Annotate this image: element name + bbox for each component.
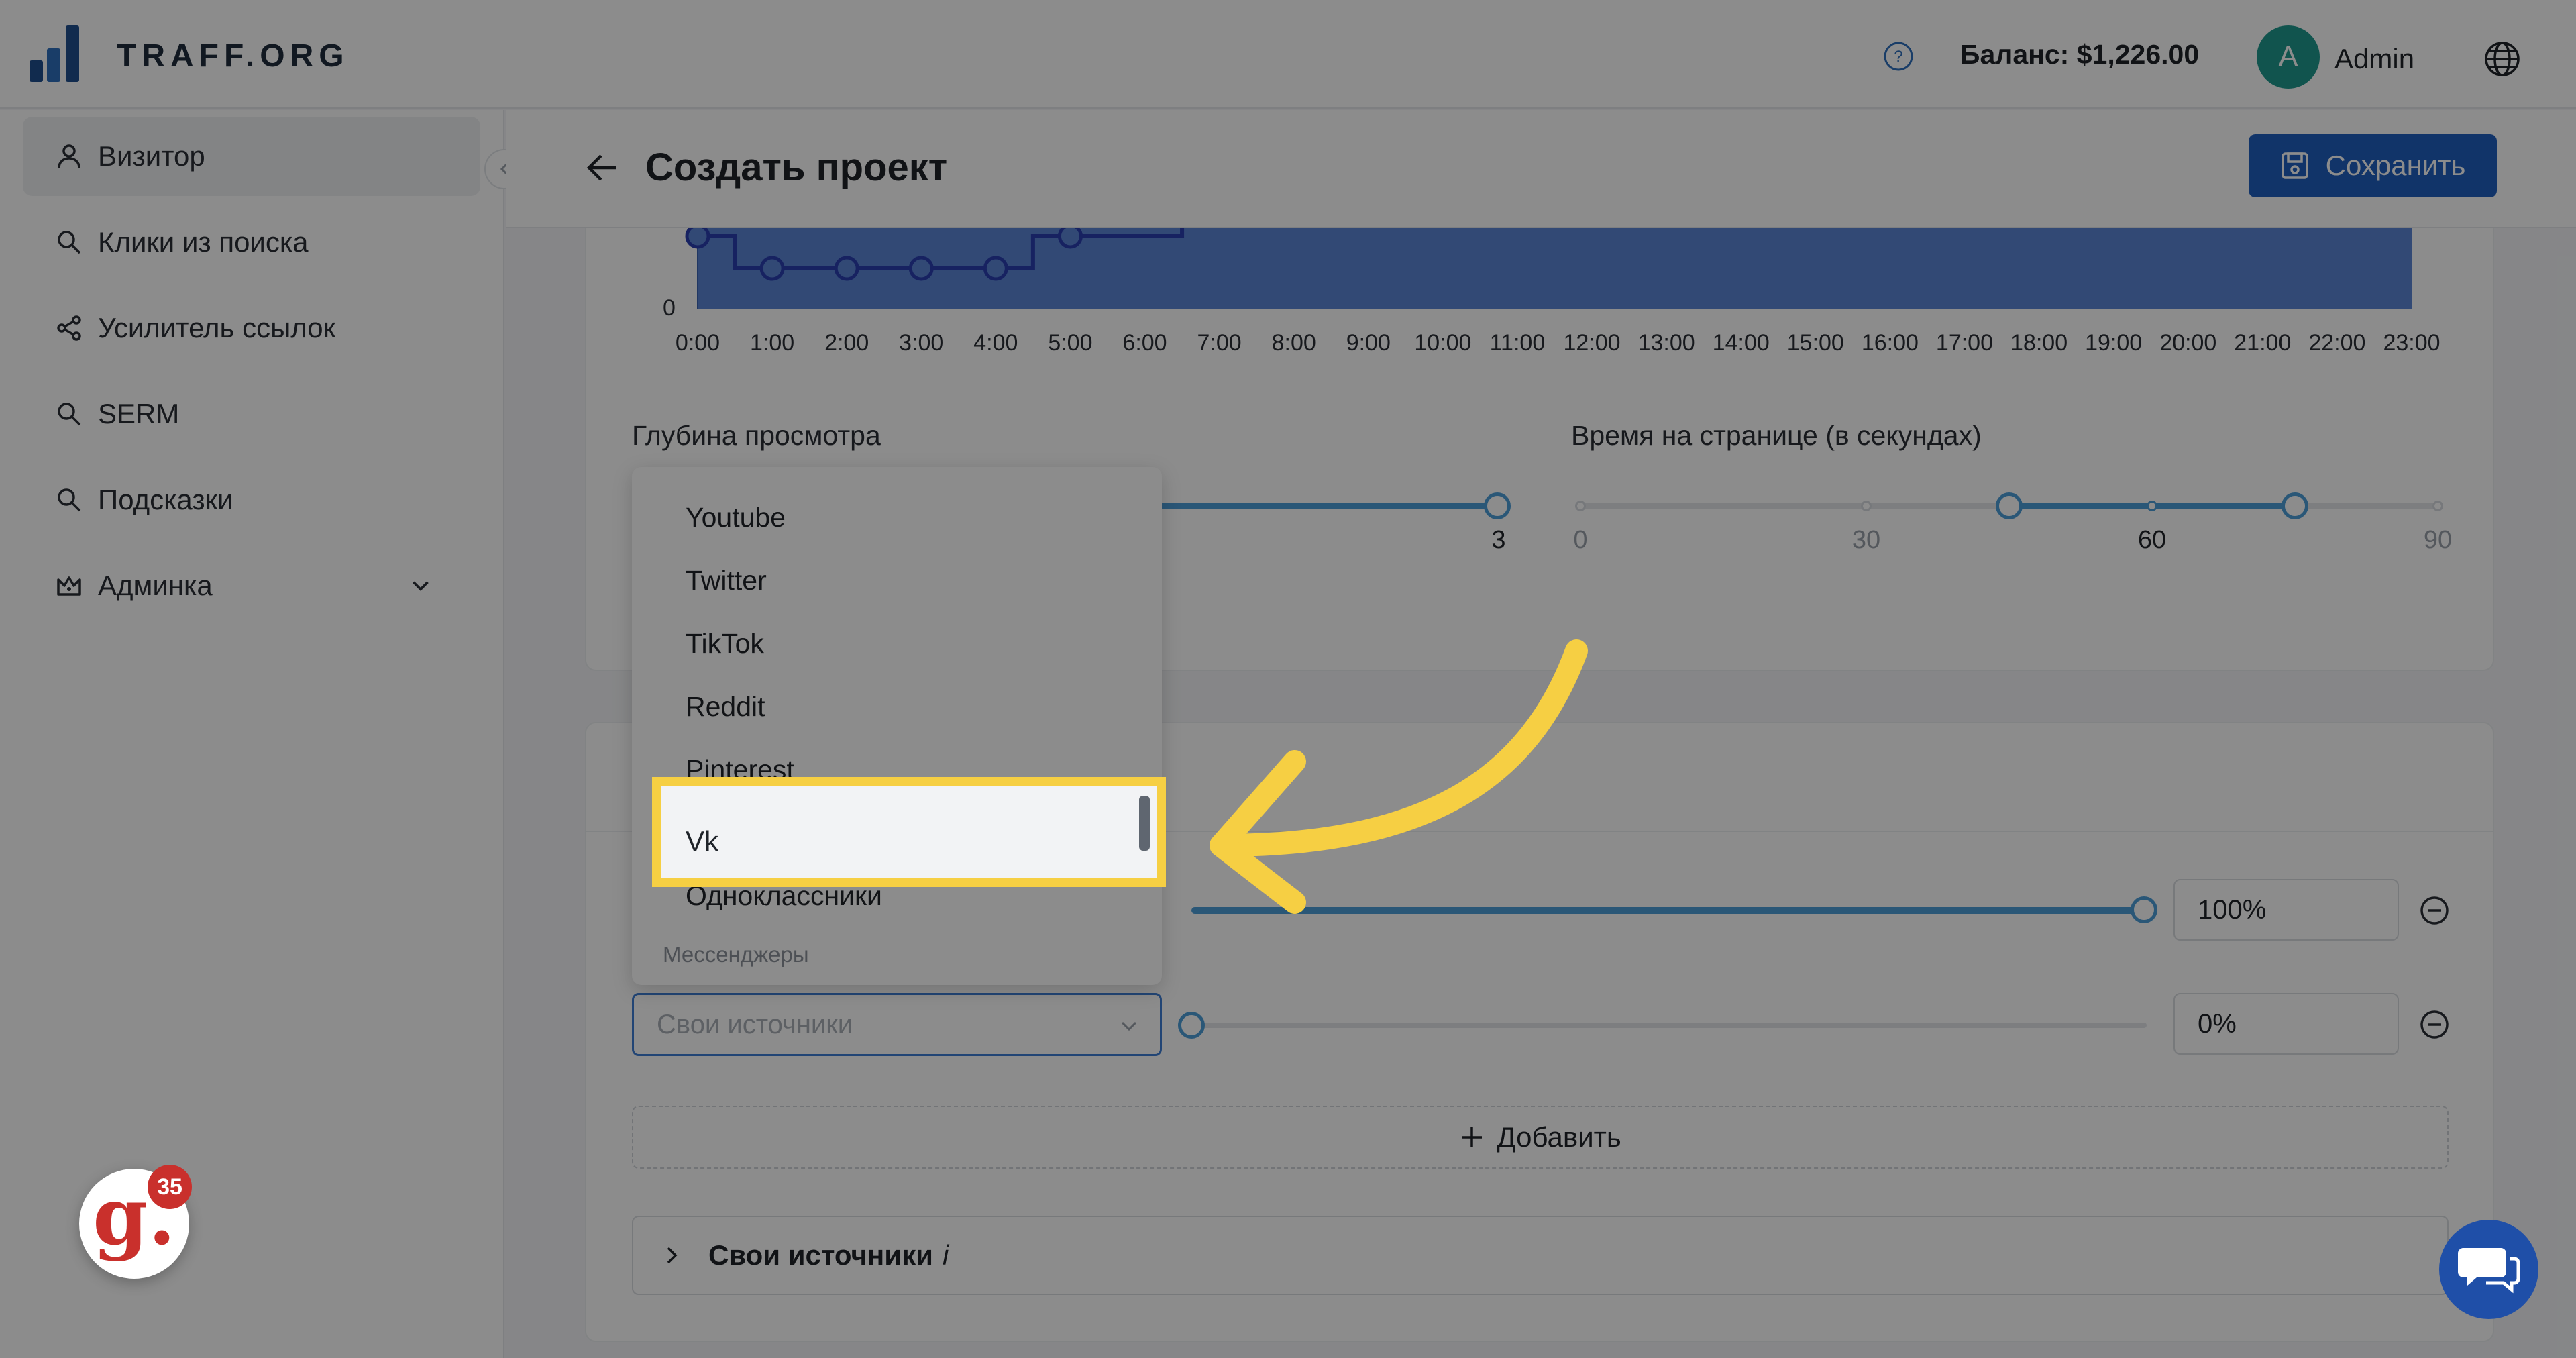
dropdown-option-vk[interactable]: Vk xyxy=(652,777,1166,887)
extension-badge[interactable]: g. 35 xyxy=(79,1165,192,1279)
pointer-arrow-icon xyxy=(1210,639,1588,914)
notification-count: 35 xyxy=(148,1165,192,1209)
dropdown-scrollbar[interactable] xyxy=(1139,796,1150,851)
chat-icon xyxy=(2458,1248,2520,1294)
chat-button[interactable] xyxy=(2439,1220,2538,1319)
dropdown-option-vk-label: Vk xyxy=(686,825,719,857)
